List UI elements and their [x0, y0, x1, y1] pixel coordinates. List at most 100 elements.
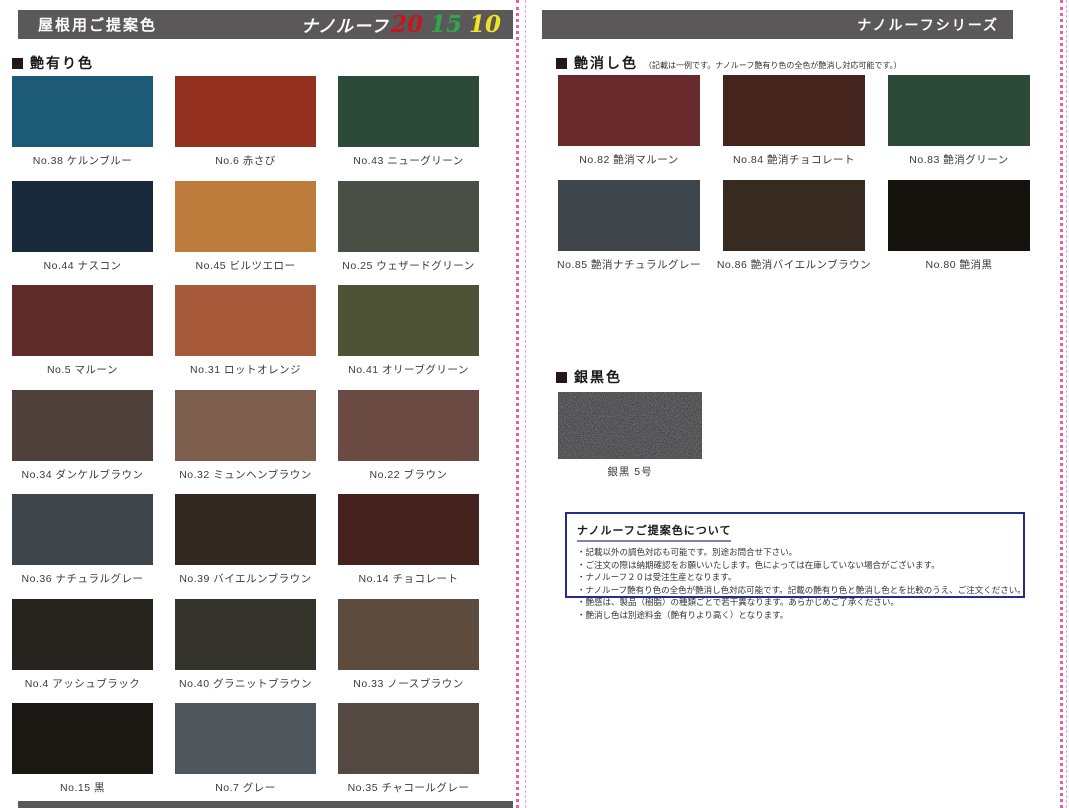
color-swatch [175, 76, 316, 147]
color-swatch [723, 75, 865, 146]
logo-number-20: 20 [391, 11, 423, 38]
color-swatch [175, 181, 316, 252]
swatch-cell: No.84 艶消チョコレート [723, 75, 865, 180]
swatch-label: No.32 ミュンヘンブラウン [179, 467, 312, 482]
swatch-label: No.85 艶消ナチュラルグレー [557, 257, 701, 272]
color-swatch [12, 285, 153, 356]
color-swatch [175, 703, 316, 774]
swatch-label: No.22 ブラウン [370, 467, 448, 482]
swatch-label: No.5 マルーン [47, 362, 118, 377]
logo-number-10: 10 [469, 11, 501, 38]
color-swatch [338, 285, 479, 356]
swatch-cell: No.45 ビルツエロー [175, 181, 316, 286]
swatch-cell: No.82 艶消マルーン [558, 75, 700, 180]
color-swatch [175, 390, 316, 461]
color-swatch [175, 599, 316, 670]
info-box: ナノルーフご提案色について ・記載以外の調色対応も可能です。別途お問合せ下さい。… [565, 512, 1025, 598]
info-bullet-list: ・記載以外の調色対応も可能です。別途お問合せ下さい。・ご注文の際は納期確認をお願… [577, 546, 1013, 621]
silver-black-heading: 銀黒色 [556, 367, 622, 387]
section-square-icon [12, 58, 23, 69]
swatch-cell: No.33 ノースブラウン [338, 599, 479, 704]
silver-black-label: 銀黒 5号 [558, 464, 702, 479]
swatch-cell: No.5 マルーン [12, 285, 153, 390]
swatch-label: No.83 艶消グリーン [909, 152, 1008, 167]
speckle-texture [558, 392, 702, 459]
fold-line-dashed [525, 0, 526, 808]
color-swatch [888, 180, 1030, 251]
swatch-label: No.43 ニューグリーン [353, 153, 463, 168]
logo-kana: ナノルーフ [301, 12, 389, 37]
matte-section-title: 艶消し色 [574, 53, 638, 73]
swatch-label: No.15 黒 [60, 780, 105, 795]
swatch-label: No.7 グレー [215, 780, 276, 795]
color-swatch [12, 390, 153, 461]
swatch-cell: No.36 ナチュラルグレー [12, 494, 153, 599]
color-proposal-sheet: 屋根用ご提案色 ナノルーフ 20 15 10 ナノルーフシリーズ 艶有り色 No… [0, 0, 1069, 808]
swatch-cell: No.25 ウェザードグリーン [338, 181, 479, 286]
info-box-title: ナノルーフご提案色について [577, 522, 731, 542]
matte-section-note: （記載は一例です。ナノルーフ艶有り色の全色が艶消し対応可能です。） [644, 60, 902, 71]
swatch-cell: No.6 赤さび [175, 76, 316, 181]
footer-bar [18, 801, 513, 808]
color-swatch [338, 76, 479, 147]
color-swatch [175, 494, 316, 565]
header-bar-left: 屋根用ご提案色 ナノルーフ 20 15 10 [18, 10, 513, 39]
color-swatch [338, 390, 479, 461]
color-swatch [558, 75, 700, 146]
info-bullet: ・艶消し色は別途料金（艶有りより高く）となります。 [577, 609, 1013, 622]
swatch-label: No.44 ナスコン [44, 258, 122, 273]
swatch-cell: No.83 艶消グリーン [888, 75, 1030, 180]
color-swatch [12, 599, 153, 670]
swatch-label: No.35 チャコールグレー [348, 780, 470, 795]
page-title: 屋根用ご提案色 [38, 14, 157, 35]
swatch-label: No.84 艶消チョコレート [733, 152, 855, 167]
color-swatch [338, 703, 479, 774]
color-swatch [723, 180, 865, 251]
swatch-cell: No.38 ケルンブルー [12, 76, 153, 181]
swatch-cell: No.39 バイエルンブラウン [175, 494, 316, 599]
glossy-swatch-grid: No.38 ケルンブルー No.6 赤さび No.43 ニューグリーン No.44 ナ… [12, 76, 479, 808]
logo-number-15: 15 [430, 11, 462, 38]
info-bullet: ・記載以外の調色対応も可能です。別途お問合せ下さい。 [577, 546, 1013, 559]
swatch-cell: No.4 アッシュブラック [12, 599, 153, 704]
swatch-label: No.41 オリーブグリーン [348, 362, 469, 377]
color-swatch [12, 703, 153, 774]
swatch-label: No.82 艶消マルーン [579, 152, 678, 167]
swatch-cell: No.7 グレー [175, 703, 316, 808]
swatch-cell: No.40 グラニットブラウン [175, 599, 316, 704]
swatch-label: No.38 ケルンブルー [33, 153, 132, 168]
color-swatch [338, 181, 479, 252]
silver-black-swatch [558, 392, 702, 459]
header-bar-right: ナノルーフシリーズ [542, 10, 1013, 39]
color-swatch [12, 76, 153, 147]
fold-line-dotted [516, 0, 519, 808]
color-swatch [338, 494, 479, 565]
matte-section-heading: 艶消し色 （記載は一例です。ナノルーフ艶有り色の全色が艶消し対応可能です。） [556, 53, 902, 73]
nanoroof-logo: ナノルーフ 20 15 10 [301, 11, 501, 38]
swatch-label: No.14 チョコレート [359, 571, 459, 586]
swatch-label: No.34 ダンケルブラウン [22, 467, 144, 482]
swatch-cell: No.44 ナスコン [12, 181, 153, 286]
swatch-label: No.31 ロットオレンジ [190, 362, 301, 377]
swatch-cell: No.22 ブラウン [338, 390, 479, 495]
section-square-icon [556, 372, 567, 383]
swatch-cell: No.85 艶消ナチュラルグレー [558, 180, 700, 285]
series-title: ナノルーフシリーズ [857, 15, 999, 35]
swatch-cell: No.86 艶消バイエルンブラウン [723, 180, 865, 285]
swatch-cell: No.15 黒 [12, 703, 153, 808]
swatch-label: No.39 バイエルンブラウン [179, 571, 311, 586]
swatch-label: No.86 艶消バイエルンブラウン [717, 257, 871, 272]
swatch-cell: No.34 ダンケルブラウン [12, 390, 153, 495]
trim-line-dashed [1066, 0, 1067, 808]
swatch-cell: No.35 チャコールグレー [338, 703, 479, 808]
swatch-cell: No.32 ミュンヘンブラウン [175, 390, 316, 495]
silver-black-title: 銀黒色 [574, 367, 622, 387]
swatch-label: No.4 アッシュブラック [25, 676, 141, 691]
info-bullet: ・ナノルーフ２０は受注生産となります。 [577, 571, 1013, 584]
swatch-cell: No.43 ニューグリーン [338, 76, 479, 181]
swatch-label: No.45 ビルツエロー [196, 258, 296, 273]
swatch-label: No.40 グラニットブラウン [179, 676, 312, 691]
glossy-section-title: 艶有り色 [30, 53, 94, 73]
swatch-label: No.6 赤さび [215, 153, 276, 168]
swatch-cell: No.14 チョコレート [338, 494, 479, 599]
